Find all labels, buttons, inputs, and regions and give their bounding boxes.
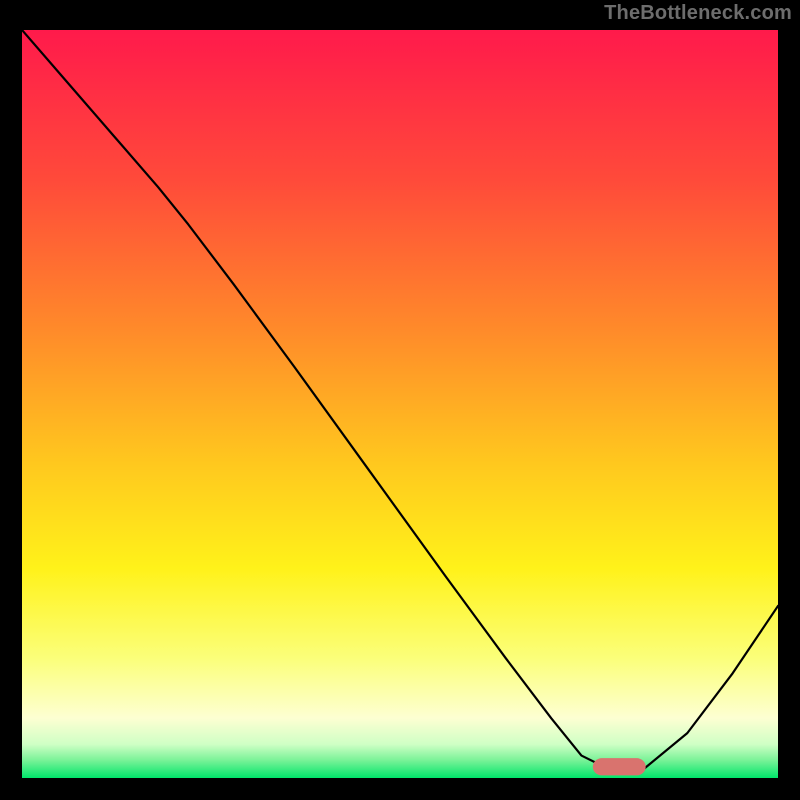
gradient-rect xyxy=(22,30,778,778)
bottleneck-plot xyxy=(22,30,778,778)
chart-frame: TheBottleneck.com xyxy=(0,0,800,800)
sweet-spot-marker xyxy=(593,758,646,775)
plot-svg xyxy=(22,30,778,778)
watermark-text: TheBottleneck.com xyxy=(604,2,792,25)
